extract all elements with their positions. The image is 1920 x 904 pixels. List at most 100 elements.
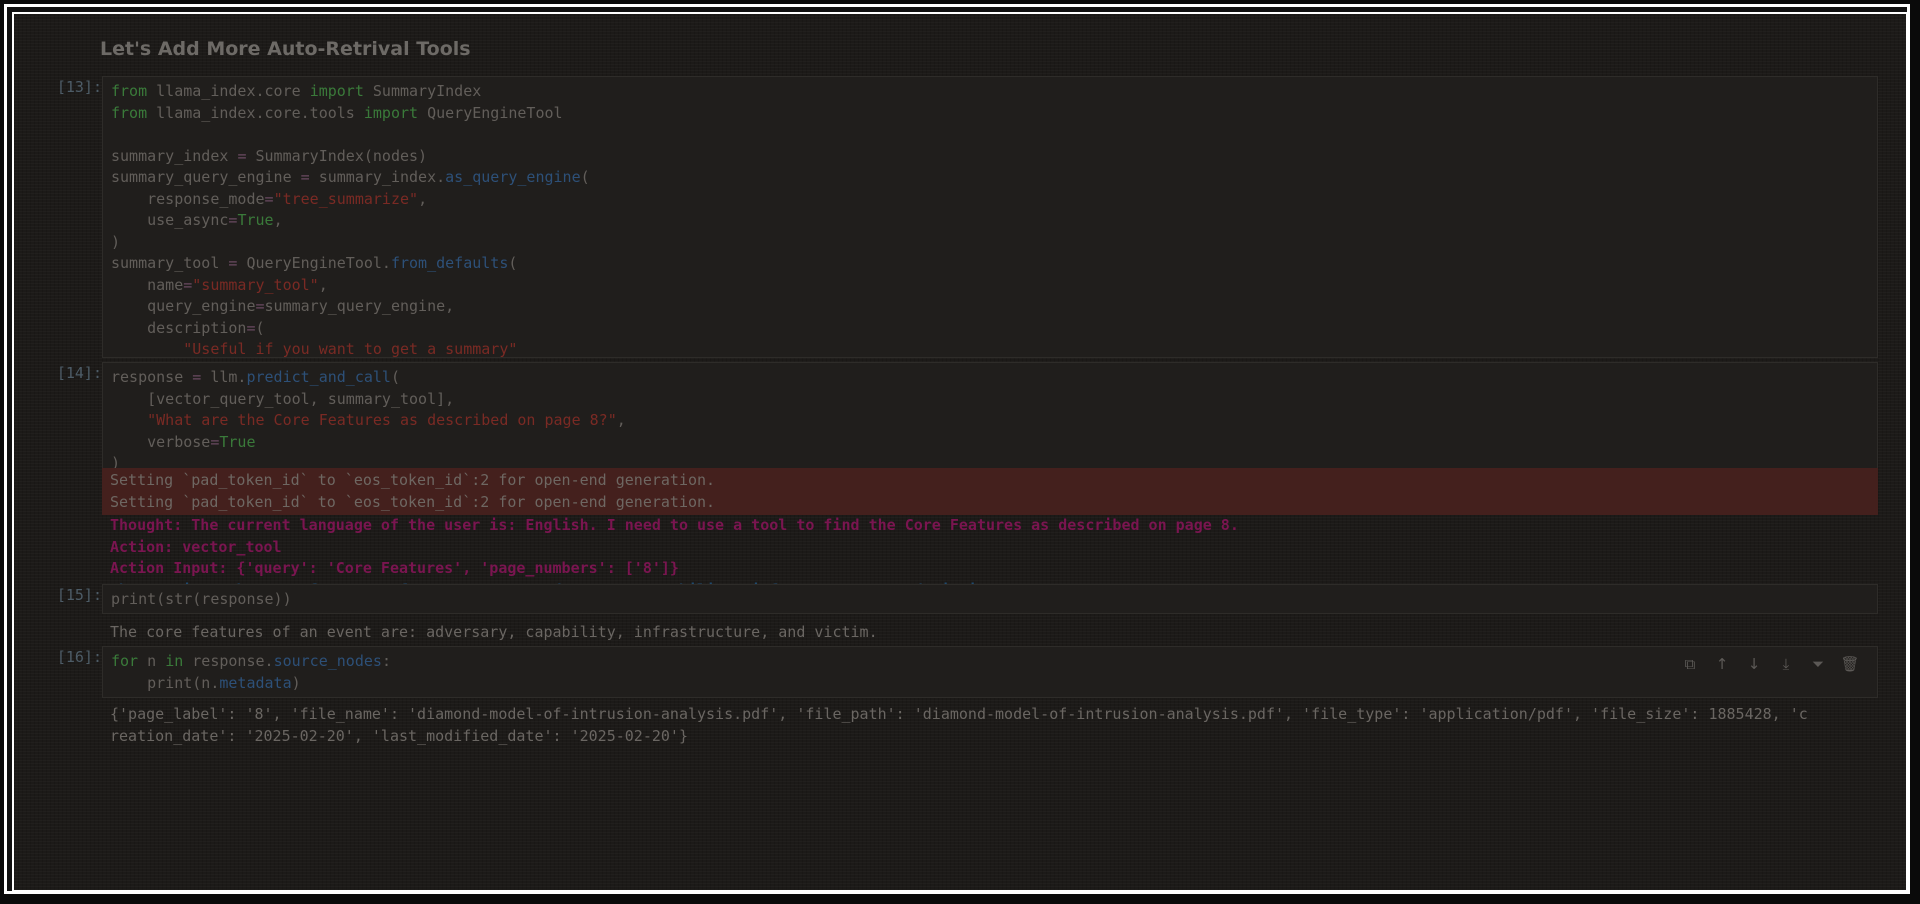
code-line: summary_index = SummaryIndex(nodes) [111, 146, 1869, 168]
code-editor[interactable]: response = llm.predict_and_call( [vector… [102, 362, 1878, 472]
code-editor[interactable]: print(str(response)) [102, 584, 1878, 614]
code-token: use_async [111, 211, 229, 229]
code-token: verbose [111, 432, 211, 451]
code-token: import [363, 103, 419, 122]
notebook-page: Let's Add More Auto-Retrival Tools [13]:… [28, 24, 1888, 884]
cell-output-16: {'page_label': '8', 'file_name': 'diamon… [102, 704, 1878, 747]
merge-icon[interactable]: ⏷ [1809, 655, 1827, 673]
code-token: print(n. [111, 673, 220, 692]
code-token: llama_index.core.tools [147, 103, 364, 122]
code-token: summary_index [111, 146, 238, 165]
arrow-down-icon[interactable]: ↓ [1745, 655, 1763, 673]
code-token: QueryEngineTool. [237, 254, 391, 272]
code-token: [vector_query_tool, summary_tool], [111, 389, 455, 408]
code-line: for n in response.source_nodes: [111, 651, 1869, 673]
code-token: predict_and_call [246, 368, 391, 386]
code-lines: response = llm.predict_and_call( [vector… [111, 367, 1869, 475]
code-token: = [183, 275, 193, 294]
agent-action: Action: vector_tool [110, 537, 282, 556]
code-line: summary_tool = QueryEngineTool.from_defa… [111, 253, 1869, 275]
code-token: in [165, 652, 184, 670]
code-token: response_mode [111, 189, 265, 208]
code-token: from_defaults [390, 254, 509, 272]
code-line: use_async=True, [111, 210, 1869, 232]
code-token: = [300, 168, 310, 186]
code-token: True [219, 432, 256, 451]
code-token: summary_index. [309, 168, 446, 186]
code-token: n [138, 652, 166, 670]
cell-toolbar: ⧉ ↑ ↓ ⤓ ⏷ 🗑 [1681, 655, 1860, 673]
code-token: ( [508, 254, 518, 272]
code-editor[interactable]: for n in response.source_nodes: print(n.… [102, 646, 1878, 698]
code-token: "summary_tool" [192, 275, 319, 294]
code-cell-15[interactable]: [15]: print(str(response)) [28, 584, 1888, 614]
code-token: , [616, 411, 626, 429]
code-line: response = llm.predict_and_call( [111, 367, 1869, 389]
code-line: name="summary_tool", [111, 275, 1869, 297]
output-text: The core features of an event are: adver… [110, 623, 878, 641]
code-token: SummaryIndex [363, 82, 482, 100]
code-line: ) [111, 232, 1869, 254]
code-token: True [237, 211, 274, 229]
code-line: [vector_query_tool, summary_tool], [111, 389, 1869, 411]
stderr-line: Setting `pad_token_id` to `eos_token_id`… [110, 471, 716, 489]
code-lines: print(str(response)) [111, 589, 1869, 611]
insert-below-icon[interactable]: ⤓ [1777, 655, 1795, 673]
agent-action-input: Action Input: {'query': 'Core Features',… [110, 559, 679, 577]
code-cell-14[interactable]: [14]: response = llm.predict_and_call( [… [28, 362, 1888, 472]
code-token: "Useful if you want to get a summary" [183, 340, 518, 358]
code-line: "Useful if you want to get a summary" [111, 339, 1869, 361]
code-token: ) [291, 673, 301, 692]
code-line: "What are the Core Features as described… [111, 410, 1869, 432]
code-token: description [111, 318, 247, 337]
code-editor[interactable]: from llama_index.core import SummaryInde… [102, 76, 1878, 401]
code-token: : [381, 652, 391, 670]
cell-output-15: The core features of an event are: adver… [102, 622, 1878, 644]
code-token: ) [111, 232, 121, 251]
stderr-line: Setting `pad_token_id` to `eos_token_id`… [110, 492, 716, 511]
code-token: , [273, 211, 283, 229]
code-line: response_mode="tree_summarize", [111, 189, 1869, 211]
notebook-viewport: Let's Add More Auto-Retrival Tools [13]:… [12, 12, 1908, 892]
code-token: , [318, 275, 328, 294]
copy-icon[interactable]: ⧉ [1681, 655, 1699, 673]
code-token: source_nodes [273, 652, 382, 670]
output-text: reation_date': '2025-02-20', 'last_modif… [110, 726, 688, 745]
agent-thought: Thought: The current language of the use… [110, 516, 1239, 534]
cell-output-14: Setting `pad_token_id` to `eos_token_id`… [102, 468, 1878, 601]
code-token: "tree_summarize" [273, 189, 419, 208]
markdown-heading: Let's Add More Auto-Retrival Tools [100, 38, 471, 60]
code-token: ( [580, 168, 590, 186]
code-token: ( [255, 318, 265, 337]
code-line: from llama_index.core.tools import Query… [111, 103, 1869, 125]
code-token: summary_tool [111, 254, 229, 272]
code-token: QueryEngineTool [418, 103, 563, 122]
code-cell-13[interactable]: [13]: from llama_index.core import Summa… [28, 76, 1888, 401]
code-line: print(n.metadata) [111, 673, 1869, 695]
code-token: as_query_engine [445, 168, 581, 186]
code-token: from [111, 82, 148, 100]
cell-prompt: [14]: [56, 364, 102, 382]
cell-prompt: [13]: [56, 78, 102, 96]
code-line: description=( [111, 318, 1869, 340]
code-line: query_engine=summary_query_engine, [111, 296, 1869, 318]
code-cell-16[interactable]: [16]: for n in response.source_nodes: pr… [28, 646, 1888, 698]
code-token: response. [183, 652, 274, 670]
cell-prompt: [16]: [56, 648, 102, 666]
cell-prompt: [15]: [56, 586, 102, 604]
code-token: llama_index.core [147, 82, 310, 100]
code-token: = [264, 189, 274, 208]
code-token: summary_query_engine, [264, 297, 455, 315]
code-token: llm. [201, 368, 247, 386]
code-token: SummaryIndex(nodes) [246, 146, 428, 165]
code-token: from [111, 103, 148, 122]
code-token: for [111, 652, 139, 670]
code-token: , [418, 189, 428, 208]
code-token: name [111, 275, 184, 294]
code-token: import [309, 82, 364, 100]
arrow-up-icon[interactable]: ↑ [1713, 655, 1731, 673]
trash-icon[interactable]: 🗑 [1840, 655, 1859, 673]
